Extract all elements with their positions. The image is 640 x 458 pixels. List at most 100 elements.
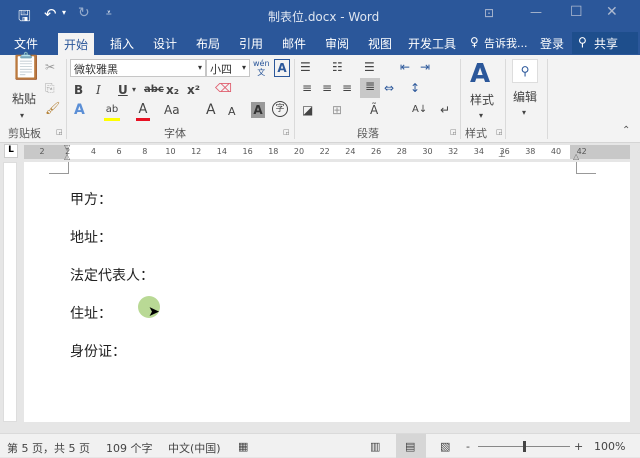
shrink-font-button[interactable]: A	[228, 104, 236, 120]
first-line-indent-marker[interactable]: ▽	[64, 143, 70, 152]
tab-design[interactable]: 设计	[153, 35, 177, 52]
highlight-color-icon[interactable]: ab	[104, 102, 120, 121]
doc-line-id[interactable]: 身份证：	[70, 341, 126, 361]
ruler-number: 8	[142, 147, 147, 156]
editing-dropdown-icon[interactable]: ▾	[522, 105, 526, 121]
tab-mailings[interactable]: 邮件	[282, 35, 306, 52]
collapse-ribbon-icon[interactable]: ⌃	[622, 125, 630, 136]
align-center-icon[interactable]: ≡	[322, 80, 332, 96]
minimize-button[interactable]: —	[530, 5, 542, 19]
paste-button[interactable]: 粘贴	[12, 91, 36, 107]
sort-icon[interactable]: A↓	[412, 102, 427, 118]
distributed-icon[interactable]: ⇔	[384, 80, 394, 96]
ribbon-display-options-icon[interactable]: ⊡	[484, 6, 494, 20]
align-right-icon[interactable]: ≡	[342, 80, 352, 96]
clear-formatting-icon[interactable]: ⌫	[215, 80, 232, 96]
horizontal-ruler[interactable]: L 22468101214161820222426283032343638404…	[0, 143, 640, 161]
share-button[interactable]: ⚲ 共享	[572, 32, 638, 54]
text-effects-icon[interactable]: A	[74, 102, 85, 118]
copy-icon[interactable]: ⎘	[45, 80, 55, 96]
doc-line-residence[interactable]: 住址：	[70, 303, 112, 323]
customize-qat-icon[interactable]: ⩡	[106, 8, 112, 19]
tab-references[interactable]: 引用	[239, 35, 263, 52]
maximize-button[interactable]: ☐	[570, 4, 583, 20]
font-launcher-icon[interactable]: ◲	[283, 128, 290, 136]
asian-layout-icon[interactable]: Ã	[370, 102, 378, 118]
zoom-in-button[interactable]: +	[574, 440, 583, 453]
macro-record-icon[interactable]: ▦	[238, 440, 248, 453]
phonetic-guide-icon[interactable]: wén文	[253, 59, 270, 77]
tab-view[interactable]: 视图	[368, 35, 392, 52]
undo-icon[interactable]: ↶	[44, 5, 57, 23]
undo-dropdown-icon[interactable]: ▾	[62, 8, 66, 17]
paragraph-launcher-icon[interactable]: ◲	[450, 128, 457, 136]
justify-button[interactable]: ≣	[360, 78, 380, 98]
ruler-number: 16	[243, 147, 253, 156]
increase-indent-icon[interactable]: ⇥	[420, 59, 430, 75]
bold-button[interactable]: B	[74, 82, 83, 98]
underline-dropdown-icon[interactable]: ▾	[132, 82, 136, 98]
shading-icon[interactable]: ◪	[302, 102, 313, 118]
change-case-button[interactable]: Aa	[164, 102, 180, 118]
grow-font-button[interactable]: A	[206, 102, 216, 118]
subscript-button[interactable]: x₂	[166, 82, 179, 98]
styles-dropdown-icon[interactable]: ▾	[479, 108, 483, 124]
numbering-icon[interactable]: ☷	[332, 59, 343, 75]
show-marks-icon[interactable]: ↵	[440, 102, 450, 118]
styles-launcher-icon[interactable]: ◲	[496, 128, 503, 136]
bullets-icon[interactable]: ☰	[300, 59, 311, 75]
print-layout-button[interactable]: ▤	[396, 434, 426, 458]
web-layout-icon[interactable]: ▧	[440, 440, 450, 453]
redo-icon[interactable]: ↻	[78, 5, 90, 21]
clipboard-launcher-icon[interactable]: ◲	[56, 128, 63, 136]
tab-insert[interactable]: 插入	[110, 35, 134, 52]
tab-developer[interactable]: 开发工具	[408, 35, 456, 52]
tab-file[interactable]: 文件	[14, 35, 38, 52]
read-mode-icon[interactable]: ▥	[370, 440, 380, 453]
left-indent-marker[interactable]: △	[64, 152, 70, 161]
right-indent-marker[interactable]: △	[573, 152, 579, 161]
strikethrough-button[interactable]: abc	[144, 82, 164, 98]
doc-line-party-a[interactable]: 甲方：	[70, 189, 112, 209]
close-button[interactable]: ✕	[606, 4, 618, 20]
tab-stop-marker[interactable]: ⊥	[498, 150, 506, 160]
format-painter-icon[interactable]: 🖌	[45, 100, 60, 116]
styles-icon[interactable]: A	[470, 59, 490, 89]
line-spacing-icon[interactable]: ↕	[410, 80, 420, 96]
editing-button[interactable]: 编辑	[513, 89, 537, 105]
underline-button[interactable]: U	[118, 82, 128, 98]
character-border-icon[interactable]: A	[274, 59, 290, 77]
tab-layout[interactable]: 布局	[196, 35, 220, 52]
font-size-select[interactable]: 小四▾	[206, 59, 250, 77]
doc-line-address[interactable]: 地址：	[70, 227, 112, 247]
language[interactable]: 中文(中国)	[168, 440, 221, 456]
font-name-select[interactable]: 微软雅黑▾	[70, 59, 206, 77]
zoom-slider-thumb[interactable]	[523, 441, 526, 452]
borders-icon[interactable]: ⊞	[332, 102, 342, 118]
page-count[interactable]: 第 5 页，共 5 页	[7, 440, 90, 456]
document-page[interactable]: 甲方： 地址： 法定代表人： 住址： 身份证： ➤	[24, 162, 630, 422]
font-color-icon[interactable]: A	[136, 102, 150, 121]
tell-me-search[interactable]: 告诉我...	[484, 35, 528, 51]
save-icon[interactable]: 🖫	[18, 6, 31, 31]
zoom-level[interactable]: 100%	[594, 440, 625, 453]
enclose-characters-button[interactable]: 字	[272, 101, 288, 117]
multilevel-list-icon[interactable]: ☰	[364, 59, 375, 75]
tab-home[interactable]: 开始	[58, 33, 94, 55]
superscript-button[interactable]: x²	[187, 82, 200, 98]
align-left-icon[interactable]: ≡	[302, 80, 312, 96]
word-count[interactable]: 109 个字	[106, 440, 153, 456]
italic-button[interactable]: I	[96, 82, 101, 98]
styles-button[interactable]: 样式	[470, 92, 494, 108]
paste-dropdown-icon[interactable]: ▾	[20, 108, 24, 124]
cut-icon[interactable]: ✂	[45, 59, 55, 75]
doc-line-legal-rep[interactable]: 法定代表人：	[70, 265, 154, 285]
paste-icon[interactable]: 📋	[10, 59, 42, 75]
zoom-out-button[interactable]: -	[466, 440, 470, 453]
tab-review[interactable]: 审阅	[325, 35, 349, 52]
sign-in-link[interactable]: 登录	[540, 35, 564, 52]
character-shading-button[interactable]: A	[251, 102, 265, 118]
decrease-indent-icon[interactable]: ⇤	[400, 59, 410, 75]
tab-selector[interactable]: L	[4, 144, 18, 158]
find-icon[interactable]: ⚲	[512, 59, 538, 83]
